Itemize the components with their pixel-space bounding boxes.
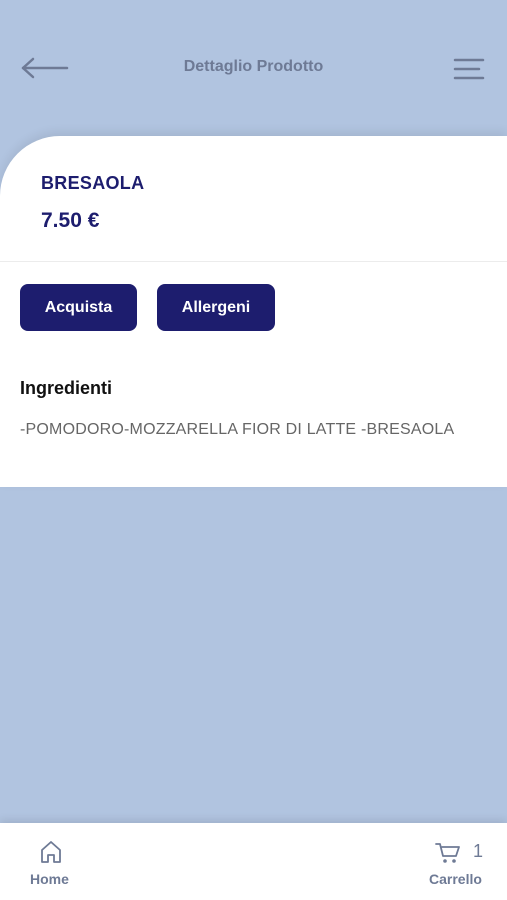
product-name: BRESAOLA [41, 173, 145, 193]
product-price: 7.50 € [41, 209, 100, 232]
menu-button[interactable] [453, 56, 485, 82]
buy-button[interactable]: Acquista [20, 284, 137, 331]
cart-icon [435, 843, 460, 863]
cart-count-badge: 1 [473, 841, 484, 861]
product-detail-card: BRESAOLA 7.50 € Acquista Allergeni Ingre… [0, 136, 507, 487]
home-icon [41, 841, 61, 863]
ingredients-heading: Ingredienti [20, 378, 113, 398]
page-title: Dettaglio Prodotto [183, 58, 324, 75]
top-bar: Dettaglio Prodotto [0, 0, 507, 136]
nav-cart[interactable]: 1 Carrello [421, 835, 491, 891]
ingredients-list: -POMODORO-MOZZARELLA FIOR DI LATTE -BRES… [20, 421, 455, 438]
nav-home-label: Home [30, 871, 69, 887]
nav-cart-label: Carrello [429, 871, 482, 887]
bottom-navigation: Home 1 Carrello [0, 823, 507, 900]
nav-home[interactable]: Home [20, 835, 82, 891]
allergens-button[interactable]: Allergeni [157, 284, 275, 331]
divider [0, 261, 507, 262]
menu-icon [453, 58, 485, 80]
